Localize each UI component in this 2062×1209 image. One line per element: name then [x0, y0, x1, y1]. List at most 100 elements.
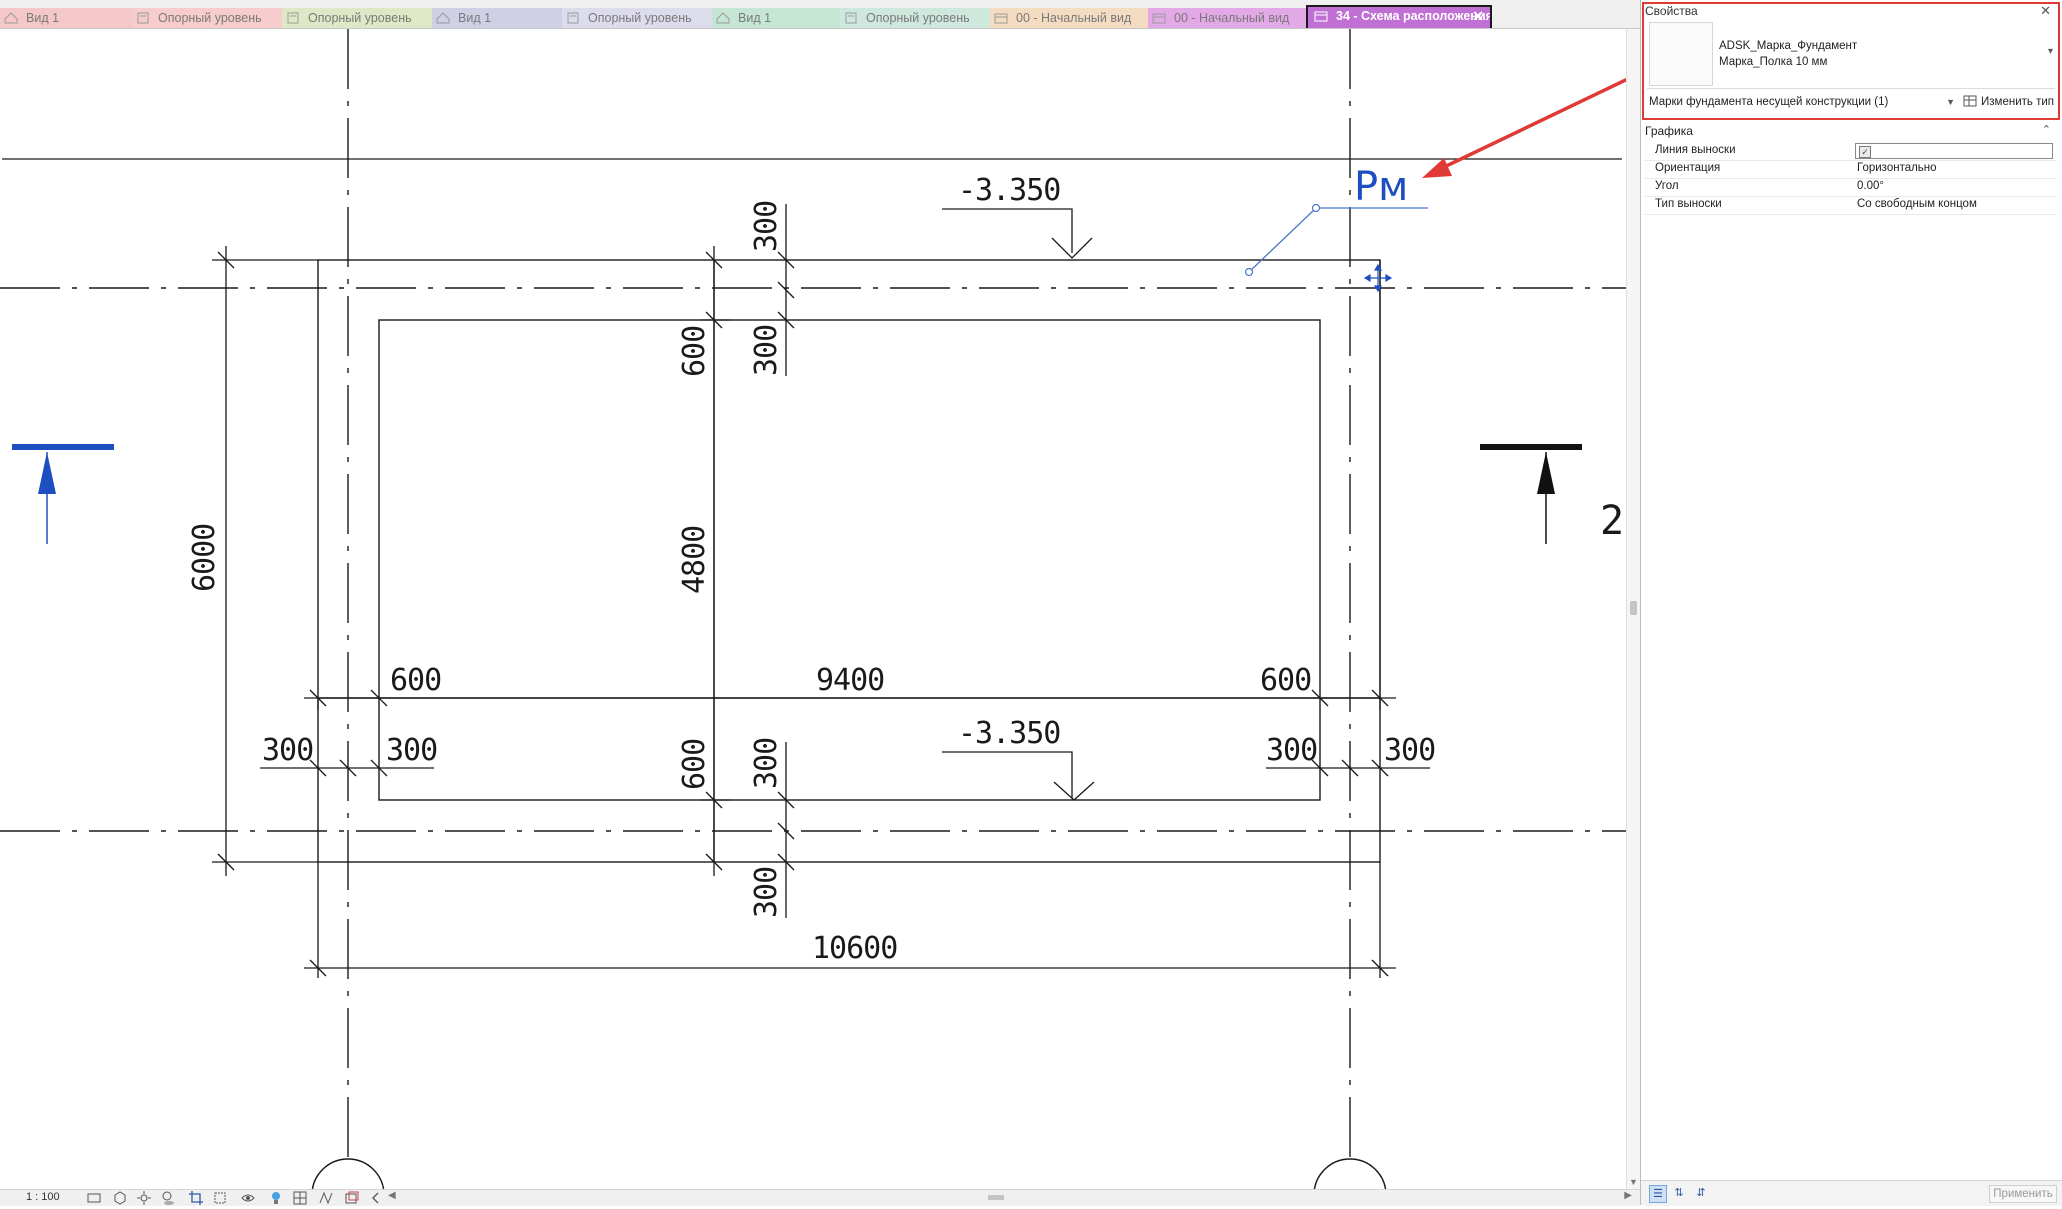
chevron-down-icon[interactable]: ▾	[2048, 46, 2053, 57]
horizontal-scroll-grip[interactable]	[988, 1195, 1004, 1200]
vertical-scrollbar[interactable]: ▼	[1626, 29, 1641, 1189]
view-tab-label: Опорный уровень	[588, 11, 692, 25]
worksharing-icon[interactable]	[318, 1190, 334, 1206]
foundation-outer-outline[interactable]	[317, 259, 1381, 863]
dim-inner-height[interactable]: 4800	[677, 526, 712, 594]
property-value[interactable]: Горизонтально	[1857, 162, 1937, 174]
dim-overall-height[interactable]: 6000	[187, 524, 222, 592]
instance-filter-dropdown[interactable]: Марки фундамента несущей конструкции (1)…	[1647, 92, 1959, 112]
scroll-left-icon[interactable]: ◀	[388, 1190, 396, 1201]
chevron-down-icon[interactable]: ▼	[1946, 92, 1955, 112]
leader-line-field[interactable]: ✓	[1855, 143, 2053, 159]
dim-wall-top[interactable]: 600	[677, 326, 712, 377]
grid-bubble-1[interactable]	[311, 1158, 385, 1189]
callout-arrow	[1422, 77, 1626, 178]
dim-offset-left-outer[interactable]: 300	[262, 733, 314, 768]
plan-view-icon	[566, 12, 580, 24]
collapse-group-icon[interactable]: ⌃	[2042, 123, 2051, 136]
dim-overall-width[interactable]: 10600	[812, 931, 898, 966]
foundation-tag[interactable]: Рм	[1244, 164, 1429, 293]
analytical-model-icon[interactable]	[292, 1190, 308, 1206]
dim-offset-right-outer[interactable]: 300	[1384, 733, 1436, 768]
sort-descending-icon[interactable]: ⇵	[1693, 1185, 1709, 1201]
scroll-right-icon[interactable]: ▶	[1624, 1190, 1632, 1201]
dim-offset-top-2[interactable]: 300	[749, 325, 784, 376]
section-mark-right[interactable]: 2	[1480, 444, 1624, 544]
property-group-graphics[interactable]: Графика ⌃	[1645, 124, 2057, 140]
categorized-view-icon[interactable]: ☰	[1649, 1185, 1667, 1203]
move-handle-icon[interactable]	[1363, 263, 1393, 293]
view-tab-9[interactable]: 00 - Начальный вид	[1148, 8, 1306, 28]
close-icon[interactable]: ✕	[2040, 3, 2051, 19]
leader-line-checkbox[interactable]: ✓	[1859, 146, 1871, 158]
foundation-outlines	[317, 259, 1381, 863]
view-tab-6[interactable]: Вид 1	[712, 8, 840, 28]
dim-inner-width[interactable]: 9400	[816, 663, 885, 698]
view-tab-label: 00 - Начальный вид	[1174, 11, 1290, 25]
property-name: Тип выноски	[1655, 198, 1722, 210]
view-tab-7[interactable]: Опорный уровень	[840, 8, 990, 28]
type-name: Марка_Полка 10 мм	[1719, 56, 1828, 68]
view-tab-label: Опорный уровень	[866, 11, 970, 25]
dim-offset-bottom-2[interactable]: 300	[749, 867, 784, 918]
dim-offset-bottom-1[interactable]: 300	[749, 738, 784, 789]
view-tab-label: Опорный уровень	[308, 11, 412, 25]
collapse-bar-icon[interactable]	[368, 1190, 384, 1206]
property-row[interactable]: Ориентация Горизонтально	[1645, 160, 2057, 179]
horizontal-scrollbar[interactable]: ◀ ▶	[388, 1190, 1636, 1203]
view-tab-5[interactable]: Опорный уровень	[562, 8, 712, 28]
view-tab-1[interactable]: Вид 1	[0, 8, 132, 28]
view-tab-4[interactable]: Вид 1	[432, 8, 562, 28]
dim-offset-top-1[interactable]: 300	[749, 201, 784, 252]
highlight-displacement-icon[interactable]	[344, 1190, 360, 1206]
properties-header: Свойства ✕	[1645, 3, 2057, 22]
dim-offset-left-inner[interactable]: 300	[386, 733, 438, 768]
property-name: Линия выноски	[1655, 144, 1736, 156]
close-tab-icon[interactable]: ✕	[1472, 7, 1484, 26]
property-row[interactable]: Тип выноски Со свободным концом	[1645, 196, 2057, 215]
grid-bubbles	[311, 1158, 1387, 1189]
property-row[interactable]: Угол 0.00°	[1645, 178, 2057, 197]
property-value[interactable]: Со свободным концом	[1857, 198, 1977, 210]
instance-filter-value: Марки фундамента несущей конструкции (1)	[1649, 96, 1889, 108]
view-tab-2[interactable]: Опорный уровень	[132, 8, 282, 28]
spot-elevation-bottom[interactable]: -3.350	[942, 716, 1095, 801]
temporary-hide-icon[interactable]	[240, 1190, 256, 1206]
sort-ascending-icon[interactable]: ⇅	[1671, 1185, 1687, 1201]
scroll-down-icon[interactable]: ▼	[1629, 1177, 1638, 1187]
drawing-svg[interactable]: 6000 4800 600 600 300 300 300 300 9400 6…	[0, 29, 1626, 1189]
grid-bubble-2[interactable]	[1313, 1158, 1387, 1189]
dim-wall-left[interactable]: 600	[390, 663, 442, 698]
dim-offset-right-inner[interactable]: 300	[1266, 733, 1318, 768]
visual-style-icon[interactable]	[112, 1190, 128, 1206]
shadows-icon[interactable]	[160, 1190, 176, 1206]
detail-level-icon[interactable]	[86, 1190, 102, 1206]
reveal-hidden-icon[interactable]	[268, 1190, 284, 1206]
crop-view-icon[interactable]	[188, 1190, 204, 1206]
instance-filter-row: Марки фундамента несущей конструкции (1)…	[1645, 92, 2057, 114]
dim-wall-bottom[interactable]: 600	[677, 739, 712, 790]
view-tab-3[interactable]: Опорный уровень	[282, 8, 432, 28]
dim-wall-right[interactable]: 600	[1260, 663, 1312, 698]
sheet-view-icon	[994, 12, 1008, 24]
foundation-inner-outline[interactable]	[378, 319, 1321, 801]
type-selector[interactable]: ADSK_Марка_Фундамент Марка_Полка 10 мм ▾	[1647, 22, 2055, 89]
edit-type-button[interactable]: Изменить тип	[1963, 92, 2059, 112]
property-value[interactable]: 0.00°	[1857, 180, 1884, 192]
view-tab-label: 00 - Начальный вид	[1016, 11, 1132, 25]
properties-title: Свойства	[1645, 4, 1698, 18]
view-tab-8[interactable]: 00 - Начальный вид	[990, 8, 1148, 28]
view-tab-label: 34 - Схема расположения рост…	[1336, 9, 1492, 23]
property-row[interactable]: Линия выноски ✓	[1645, 142, 2057, 161]
section-mark-left[interactable]	[12, 444, 114, 544]
type-preview-image	[1649, 22, 1713, 86]
spot-elevation-top[interactable]: -3.350	[942, 173, 1093, 259]
view-tab-10[interactable]: 34 - Схема расположения рост…✕	[1306, 5, 1492, 28]
apply-button[interactable]: Применить	[1989, 1185, 2057, 1203]
view-scale[interactable]: 1 : 100	[26, 1191, 60, 1203]
sun-path-icon[interactable]	[136, 1190, 152, 1206]
vertical-scroll-grip[interactable]	[1630, 601, 1637, 615]
show-crop-icon[interactable]	[212, 1190, 228, 1206]
edit-type-label: Изменить тип	[1981, 96, 2054, 108]
drawing-canvas[interactable]: 6000 4800 600 600 300 300 300 300 9400 6…	[0, 29, 1626, 1189]
